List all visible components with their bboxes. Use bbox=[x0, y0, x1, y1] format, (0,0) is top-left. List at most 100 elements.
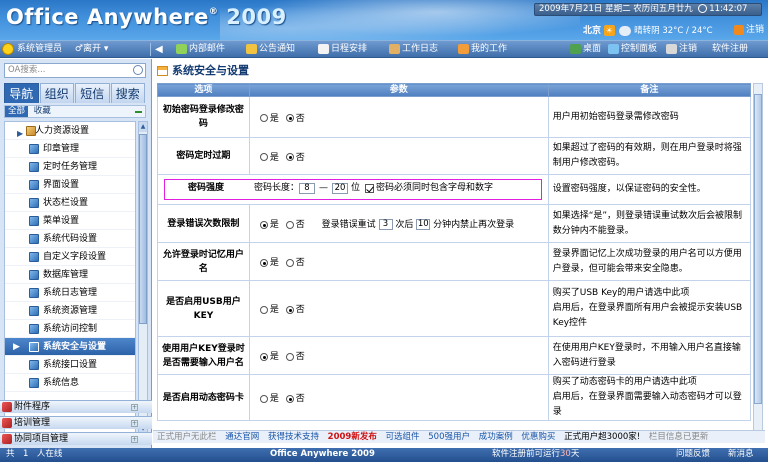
toolbar-divider bbox=[150, 43, 151, 56]
link-discount[interactable]: 优惠购买 bbox=[521, 432, 555, 442]
lock-minutes-input[interactable]: 10 bbox=[416, 219, 431, 230]
sidebar-item-interface[interactable]: 系统接口设置 bbox=[5, 356, 135, 374]
status-dropdown[interactable]: 离开 bbox=[83, 44, 101, 54]
link-official-site[interactable]: 通达官网 bbox=[225, 432, 259, 442]
radio-no[interactable] bbox=[285, 352, 294, 361]
scroll-thumb[interactable] bbox=[139, 134, 147, 324]
sidebar-item-system-log[interactable]: 系统日志管理 bbox=[5, 284, 135, 302]
toolbar-register[interactable]: 软件注册 bbox=[712, 42, 748, 57]
collapse-icon[interactable] bbox=[135, 111, 142, 113]
subtab-all[interactable]: 全部 bbox=[5, 106, 29, 117]
link-top500[interactable]: 500强用户 bbox=[428, 432, 470, 442]
current-pointer-icon: ▶ bbox=[13, 342, 20, 352]
tab-sms[interactable]: 短信 bbox=[75, 83, 110, 103]
expand-icon[interactable]: + bbox=[131, 420, 138, 427]
pencil-icon bbox=[389, 43, 400, 54]
radio-yes[interactable] bbox=[259, 220, 268, 229]
tab-organization[interactable]: 组织 bbox=[39, 83, 74, 103]
radio-yes[interactable] bbox=[259, 153, 268, 161]
radio-yes[interactable] bbox=[259, 352, 268, 361]
calendar-icon bbox=[318, 43, 329, 54]
tab-navigation[interactable]: 导航 bbox=[4, 83, 39, 103]
new-messages-link[interactable]: 新消息 bbox=[728, 448, 754, 461]
page-icon bbox=[29, 252, 39, 262]
sidebar-item-system-info[interactable]: 系统信息 bbox=[5, 374, 135, 392]
tab-search[interactable]: 搜索 bbox=[110, 83, 145, 103]
collapse-arrow-icon[interactable]: ◀ bbox=[155, 42, 163, 57]
row-label: 允许登录时记忆用户名 bbox=[157, 242, 250, 281]
radio-yes[interactable] bbox=[259, 258, 268, 267]
sidebar-item-ui-settings[interactable]: 界面设置 bbox=[5, 176, 135, 194]
row-label: 密码强度 bbox=[187, 183, 224, 193]
retry-count-input[interactable]: 3 bbox=[378, 219, 393, 230]
sidebar-item-hr-settings[interactable]: ▶ 人力资源设置 bbox=[5, 122, 135, 140]
radio-no[interactable] bbox=[285, 258, 294, 267]
radio-no[interactable] bbox=[285, 394, 294, 403]
content-scrollbar[interactable] bbox=[753, 83, 763, 441]
section-attachments[interactable]: 附件程序 + bbox=[0, 400, 152, 413]
toolbar-notice[interactable]: 公告通知 bbox=[246, 42, 295, 57]
clock-icon bbox=[697, 4, 707, 13]
top-toolbar: 系统管理员 ♂离开 ▾ ◀ 内部邮件 公告通知 日程安排 工作日志 我的工作 桌… bbox=[0, 40, 768, 58]
toolbar-worklog[interactable]: 工作日志 bbox=[389, 42, 438, 57]
section-project[interactable]: 协同项目管理 + bbox=[0, 432, 152, 445]
sidebar-item-seal[interactable]: 印章管理 bbox=[5, 140, 135, 158]
sidebar-item-statusbar[interactable]: 状态栏设置 bbox=[5, 194, 135, 212]
online-count[interactable]: 共 1 人在线 bbox=[6, 448, 62, 461]
sidebar-item-system-resource[interactable]: 系统资源管理 bbox=[5, 302, 135, 320]
links-prefix: 正式用户无此栏 bbox=[157, 432, 217, 442]
table-row: 允许登录时记忆用户名 是 否 登录界面记忆上次成功登录的用户名可以方便用户登录，… bbox=[157, 242, 752, 281]
status-bar: 共 1 人在线 Office Anywhere 2009 软件注册前可运行30天… bbox=[0, 448, 768, 462]
sidebar-item-scheduled-task[interactable]: 定时任务管理 bbox=[5, 158, 135, 176]
oa-search-input[interactable]: OA搜索... bbox=[4, 63, 146, 78]
link-new-release[interactable]: 2009新发布 bbox=[328, 432, 377, 442]
radio-no[interactable] bbox=[285, 153, 294, 161]
row-note: 如果超过了密码的有效期，则在用户登录时将强制用户修改密码。 bbox=[547, 137, 752, 175]
sidebar-item-menu[interactable]: 菜单设置 bbox=[5, 212, 135, 230]
toolbar-mywork[interactable]: 我的工作 bbox=[458, 42, 507, 57]
toolbar-control-panel[interactable]: 控制面板 bbox=[608, 42, 657, 57]
folder-icon bbox=[26, 126, 36, 136]
sidebar-item-database[interactable]: 数据库管理 bbox=[5, 266, 135, 284]
sidebar-item-security[interactable]: ▶ 系统安全与设置 bbox=[5, 338, 135, 356]
subtab-favorites[interactable]: 收藏 bbox=[31, 106, 54, 117]
scroll-thumb[interactable] bbox=[754, 94, 762, 404]
expand-icon[interactable]: + bbox=[131, 404, 138, 411]
logout-link[interactable]: 注销 bbox=[733, 22, 764, 35]
sidebar-item-system-code[interactable]: 系统代码设置 bbox=[5, 230, 135, 248]
radio-yes[interactable] bbox=[259, 114, 268, 122]
scroll-up-icon[interactable]: ▲ bbox=[139, 122, 147, 132]
radio-yes[interactable] bbox=[259, 394, 268, 403]
feedback-link[interactable]: 问题反馈 bbox=[676, 448, 710, 461]
main-content: 系统安全与设置 选项 参数 备注 初始密码登录修改密码 是 否 用户用初始密码登… bbox=[153, 59, 765, 450]
link-cases[interactable]: 成功案例 bbox=[479, 432, 513, 442]
app-logo: Office Anywhere® 2009 bbox=[6, 5, 287, 29]
row-options: 是 否 bbox=[248, 280, 549, 337]
toolbar-calendar[interactable]: 日程安排 bbox=[318, 42, 367, 57]
radio-no[interactable] bbox=[285, 305, 294, 314]
link-optional-components[interactable]: 可选组件 bbox=[386, 432, 420, 442]
toolbar-logout[interactable]: 注销 bbox=[666, 42, 697, 57]
radio-yes[interactable] bbox=[259, 305, 268, 314]
page-icon bbox=[29, 180, 39, 190]
min-length-input[interactable]: 8 bbox=[299, 183, 316, 194]
product-name: Office Anywhere 2009 bbox=[270, 449, 375, 459]
link-tech-support[interactable]: 获得技术支持 bbox=[268, 432, 319, 442]
sidebar-item-custom-field[interactable]: 自定义字段设置 bbox=[5, 248, 135, 266]
toolbar-desktop[interactable]: 桌面 bbox=[570, 42, 601, 57]
toolbar-mail[interactable]: 内部邮件 bbox=[176, 42, 225, 57]
search-icon[interactable] bbox=[133, 65, 143, 75]
max-length-input[interactable]: 20 bbox=[332, 183, 349, 194]
sidebar-scrollbar[interactable]: ▲ ▼ bbox=[138, 121, 148, 435]
sidebar-item-access-control[interactable]: 系统访问控制 bbox=[5, 320, 135, 338]
row-label: 密码定时过期 bbox=[157, 137, 250, 175]
table-row: 初始密码登录修改密码 是 否 用户用初始密码登录需修改密码 bbox=[157, 96, 752, 138]
radio-no[interactable] bbox=[285, 220, 294, 229]
promo-links-bar: 正式用户无此栏 通达官网 获得技术支持 2009新发布 可选组件 500强用户 … bbox=[153, 430, 765, 443]
table-row: 登录错误次数限制 是 否 登录错误重试 3 次后 10 分钟内禁止再次登录 如果… bbox=[157, 204, 752, 243]
section-training[interactable]: 培训管理 + bbox=[0, 416, 152, 429]
require-alnum-checkbox[interactable] bbox=[365, 184, 375, 193]
user-status[interactable]: 系统管理员 ♂离开 ▾ bbox=[2, 42, 108, 57]
expand-icon[interactable]: + bbox=[131, 436, 138, 443]
radio-no[interactable] bbox=[285, 114, 294, 122]
